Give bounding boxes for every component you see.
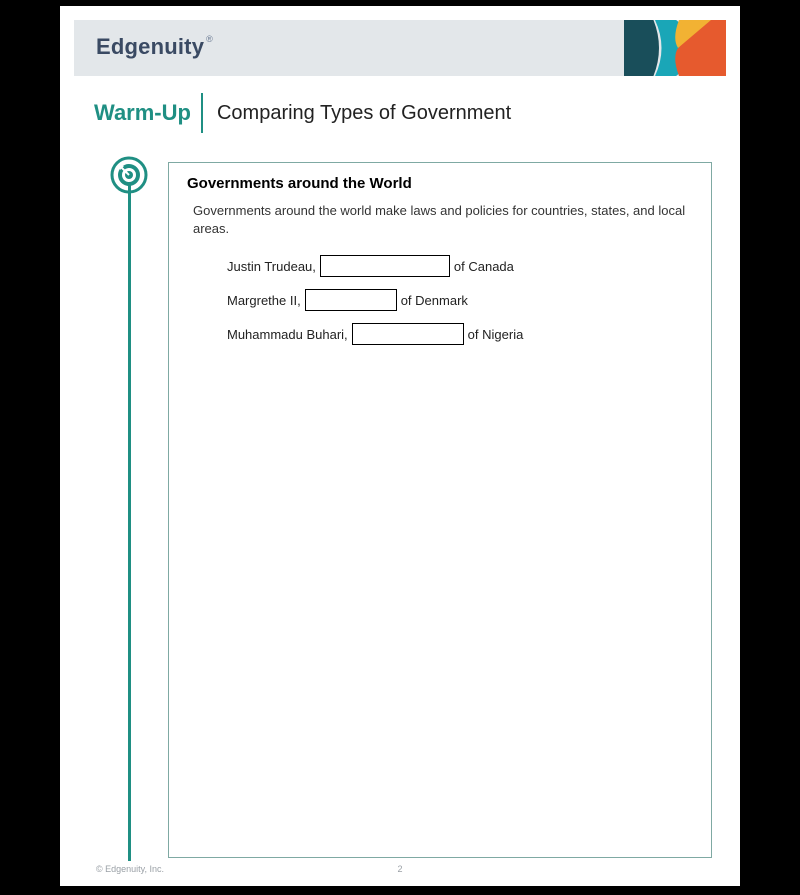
blank-input[interactable] (352, 323, 464, 345)
blank-input[interactable] (320, 255, 450, 277)
brand-logo-icon (624, 20, 726, 76)
viewport: Edgenuity® Warm-Up Comparin (0, 0, 800, 895)
fill-blank-row: Margrethe II, of Denmark (227, 289, 693, 311)
fill-after-text: of Denmark (401, 293, 468, 308)
fill-after-text: of Canada (454, 259, 514, 274)
fill-blank-row: Justin Trudeau, of Canada (227, 255, 693, 277)
timeline-rail (128, 166, 131, 861)
brand-logo-text: Edgenuity® (96, 34, 213, 60)
fill-after-text: of Nigeria (468, 327, 524, 342)
fill-blank-row: Muhammadu Buhari, of Nigeria (227, 323, 693, 345)
copyright-text: © Edgenuity, Inc. (96, 864, 164, 874)
content-panel: Governments around the World Governments… (168, 162, 712, 858)
fill-before-text: Margrethe II, (227, 293, 301, 308)
panel-intro-text: Governments around the world make laws a… (193, 202, 687, 237)
document-page: Edgenuity® Warm-Up Comparin (60, 6, 740, 886)
fill-before-text: Muhammadu Buhari, (227, 327, 348, 342)
brand-name: Edgenuity (96, 34, 204, 59)
brand-registered-mark: ® (206, 34, 213, 44)
header-bar: Edgenuity® (74, 20, 726, 76)
page-number: 2 (397, 864, 402, 874)
section-label: Warm-Up (94, 100, 191, 126)
target-icon (110, 156, 148, 194)
fill-before-text: Justin Trudeau, (227, 259, 316, 274)
panel-heading: Governments around the World (187, 175, 693, 192)
section-title-row: Warm-Up Comparing Types of Government (94, 90, 740, 136)
section-divider (201, 93, 203, 133)
page-footer: © Edgenuity, Inc. 2 (60, 864, 740, 878)
blank-input[interactable] (305, 289, 397, 311)
section-topic: Comparing Types of Government (217, 102, 511, 125)
